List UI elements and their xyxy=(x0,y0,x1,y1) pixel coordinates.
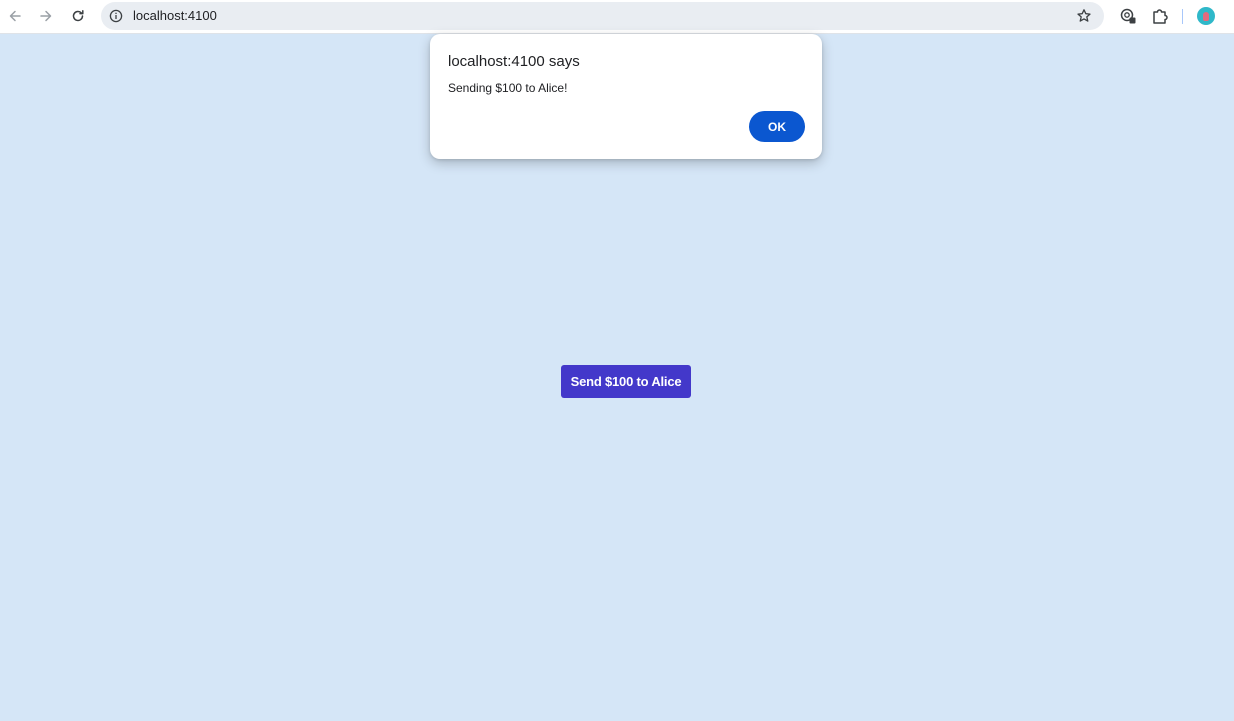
reload-icon xyxy=(72,10,84,22)
key-icon[interactable] xyxy=(1118,6,1138,26)
forward-button[interactable] xyxy=(35,5,57,27)
info-icon[interactable] xyxy=(109,9,123,23)
dialog-title: localhost:4100 says xyxy=(448,53,580,70)
puzzle-icon[interactable] xyxy=(1150,6,1170,26)
alert-dialog: localhost:4100 says Sending $100 to Alic… xyxy=(430,34,822,159)
send-money-button[interactable]: Send $100 to Alice xyxy=(561,365,691,398)
arrow-left-icon xyxy=(9,10,21,22)
arrow-right-icon xyxy=(40,10,52,22)
toolbar-divider xyxy=(1182,9,1183,24)
url-text[interactable]: localhost:4100 xyxy=(133,8,217,24)
browser-toolbar: localhost:4100 xyxy=(0,0,1234,34)
star-icon[interactable] xyxy=(1076,8,1092,24)
avatar-figure xyxy=(1203,12,1209,21)
dialog-message: Sending $100 to Alice! xyxy=(448,81,568,95)
address-bar[interactable]: localhost:4100 xyxy=(101,2,1104,30)
ok-button[interactable]: OK xyxy=(749,111,805,142)
reload-button[interactable] xyxy=(67,5,89,27)
back-button[interactable] xyxy=(4,5,26,27)
avatar[interactable] xyxy=(1197,7,1215,25)
